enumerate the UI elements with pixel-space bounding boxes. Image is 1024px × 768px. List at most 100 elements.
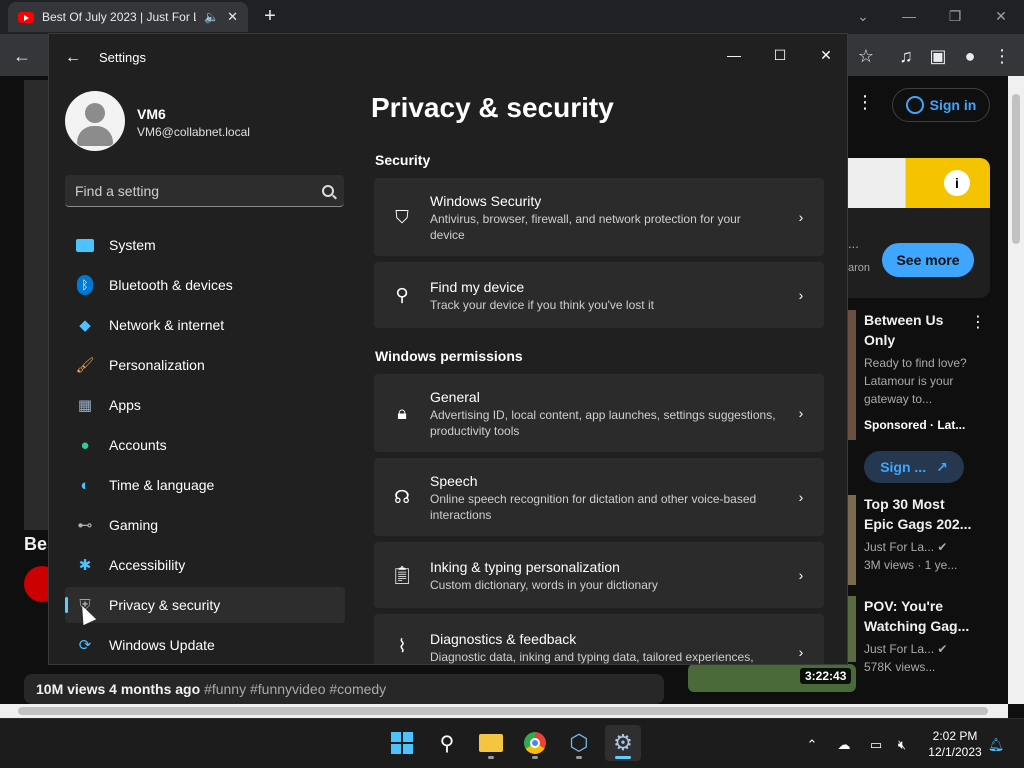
card-title: Windows Security bbox=[430, 192, 542, 209]
diagnostics-icon: ⌇ bbox=[397, 636, 407, 656]
hashtags[interactable]: #funny #funnyvideo #comedy bbox=[204, 681, 386, 697]
sidebar-item-apps[interactable]: ▦ Apps bbox=[65, 387, 345, 423]
rec-thumbnail[interactable] bbox=[848, 310, 856, 440]
horizontal-scrollbar[interactable] bbox=[0, 704, 1008, 718]
see-more-button[interactable]: See more bbox=[882, 243, 974, 277]
upload-age: 4 months ago bbox=[109, 681, 201, 697]
card-title: Inking & typing personalization bbox=[430, 558, 620, 575]
settings-window-title: Settings bbox=[99, 50, 146, 65]
close-button[interactable]: ✕ bbox=[803, 40, 847, 70]
settings-nav: System ᛒ Bluetooth & devices ◆ Network &… bbox=[65, 227, 345, 664]
avatar[interactable] bbox=[65, 91, 125, 151]
card-windows-security[interactable]: ⛉ Windows Security Antivirus, browser, f… bbox=[374, 178, 824, 256]
rec-title[interactable]: Top 30 Most Epic Gags 202... bbox=[864, 494, 974, 534]
search-field[interactable] bbox=[65, 175, 344, 207]
section-heading-security: Security bbox=[375, 152, 431, 168]
card-inking-typing[interactable]: 📋︎ Inking & typing personalization Custo… bbox=[374, 542, 824, 608]
file-explorer-button[interactable] bbox=[473, 725, 509, 761]
shield-outline-icon: ⛉ bbox=[395, 206, 409, 227]
browser-close-button[interactable]: ✕ bbox=[978, 4, 1024, 28]
youtube-icon bbox=[18, 11, 34, 23]
sidebar-item-network[interactable]: ◆ Network & internet bbox=[65, 307, 345, 343]
duration-badge: 3:22:43 bbox=[800, 668, 852, 684]
rec-thumbnail[interactable] bbox=[848, 596, 856, 662]
vertical-scrollbar[interactable] bbox=[1008, 76, 1024, 704]
cloud-offline-icon[interactable]: ☁ bbox=[834, 735, 854, 755]
rec-views: 578K views... bbox=[864, 660, 936, 674]
notification-bell-icon[interactable]: 🔔︎ bbox=[986, 735, 1006, 755]
sidebar-item-label: Accessibility bbox=[109, 557, 186, 573]
sidebar-item-label: Personalization bbox=[109, 357, 205, 373]
sidebar-item-bluetooth[interactable]: ᛒ Bluetooth & devices bbox=[65, 267, 345, 303]
chevron-up-icon[interactable]: ⌃ bbox=[802, 735, 822, 755]
card-general[interactable]: 🔒︎ General Advertising ID, local content… bbox=[374, 374, 824, 452]
volume-muted-icon[interactable]: 🔇︎ bbox=[892, 735, 912, 755]
sidebar-item-privacy-security[interactable]: ⛨ Privacy & security bbox=[65, 587, 345, 623]
search-input[interactable] bbox=[75, 182, 322, 199]
sidebar-item-windows-update[interactable]: ⟳ Windows Update bbox=[65, 627, 345, 663]
rec-description: Ready to find love? Latamour is your gat… bbox=[864, 356, 967, 406]
video-description-box[interactable]: 10M views 4 months ago #funny #funnyvide… bbox=[24, 674, 664, 704]
rec-title[interactable]: Between Us Only bbox=[864, 310, 974, 350]
info-icon[interactable]: i bbox=[944, 170, 970, 196]
chrome-button[interactable] bbox=[517, 725, 553, 761]
rec-channel[interactable]: Just For La... ✔ bbox=[864, 640, 984, 658]
browser-menu-icon[interactable]: ⋮ bbox=[990, 44, 1014, 68]
sidebar-item-label: Privacy & security bbox=[109, 597, 221, 613]
sidebar-item-label: Bluetooth & devices bbox=[109, 277, 233, 293]
clock[interactable]: 2:02 PM 12/1/2023 bbox=[924, 728, 986, 760]
brush-icon: 🖌 bbox=[75, 357, 95, 374]
back-icon[interactable]: ← bbox=[10, 44, 34, 68]
side-panel-icon[interactable]: ▣ bbox=[926, 44, 950, 68]
sidebar-item-time-language[interactable]: ◐ Time & language bbox=[65, 467, 345, 503]
user-email: VM6@collabnet.local bbox=[137, 125, 250, 139]
network-icon[interactable]: ▭ bbox=[866, 735, 886, 755]
media-control-icon[interactable]: ♫ bbox=[894, 44, 918, 68]
search-taskbar-button[interactable]: ⚲ bbox=[429, 725, 465, 761]
speaker-icon[interactable]: 🔈 bbox=[204, 10, 219, 24]
settings-taskbar-button[interactable]: ⚙ bbox=[605, 725, 641, 761]
globe-clock-icon: ◐ bbox=[80, 476, 90, 494]
browser-restore-button[interactable]: ❐ bbox=[932, 4, 978, 28]
chevron-right-icon: › bbox=[798, 287, 804, 303]
bookmark-star-icon[interactable]: ☆ bbox=[854, 44, 878, 68]
ad-text-partial-2: aron bbox=[848, 262, 871, 274]
maximize-button[interactable]: ☐ bbox=[757, 40, 803, 70]
browser-tab[interactable]: Best Of July 2023 | Just For L 🔈 ✕ bbox=[8, 2, 248, 32]
chevron-right-icon: › bbox=[798, 567, 804, 583]
browser-minimize-button[interactable]: — bbox=[886, 4, 932, 28]
youtube-sign-in-button[interactable]: Sign in bbox=[892, 88, 990, 122]
rec-channel[interactable]: Just For La... ✔ bbox=[864, 538, 984, 556]
sidebar-item-gaming[interactable]: ⊷ Gaming bbox=[65, 507, 345, 543]
sidebar-item-label: System bbox=[109, 237, 156, 253]
card-title: General bbox=[430, 388, 480, 405]
card-speech[interactable]: ☊ Speech Online speech recognition for d… bbox=[374, 458, 824, 536]
sidebar-item-accessibility[interactable]: ✱ Accessibility bbox=[65, 547, 345, 583]
sidebar-item-personalization[interactable]: 🖌 Personalization bbox=[65, 347, 345, 383]
card-description: Track your device if you think you've lo… bbox=[430, 297, 654, 312]
chevron-right-icon: › bbox=[798, 405, 804, 421]
rec-thumbnail[interactable] bbox=[848, 495, 856, 585]
sidebar-item-system[interactable]: System bbox=[65, 227, 345, 263]
virtualbox-button[interactable]: ⬡ bbox=[561, 725, 597, 761]
start-button[interactable] bbox=[384, 725, 420, 761]
more-options-icon[interactable]: ⋮ bbox=[856, 92, 874, 113]
new-tab-button[interactable]: + bbox=[258, 4, 282, 28]
card-description: Online speech recognition for dictation … bbox=[430, 491, 757, 522]
card-title: Speech bbox=[430, 472, 478, 489]
rec-more-icon[interactable]: ⋮ bbox=[970, 312, 986, 332]
tab-title: Best Of July 2023 | Just For L bbox=[42, 10, 197, 24]
profile-icon[interactable]: ● bbox=[958, 44, 982, 68]
windows-logo-icon bbox=[391, 732, 413, 754]
tab-search-icon[interactable]: ⌄ bbox=[840, 4, 886, 28]
card-find-my-device[interactable]: ⚲ Find my device Track your device if yo… bbox=[374, 262, 824, 328]
card-description: Antivirus, browser, firewall, and networ… bbox=[430, 211, 741, 242]
minimize-button[interactable]: — bbox=[711, 40, 757, 70]
settings-back-icon[interactable]: ← bbox=[63, 48, 83, 68]
rec-title[interactable]: POV: You're Watching Gag... bbox=[864, 596, 974, 636]
ad-sign-in-button[interactable]: Sign ... ↗ bbox=[864, 451, 964, 483]
card-diagnostics[interactable]: ⌇ Diagnostics & feedback Diagnostic data… bbox=[374, 614, 824, 664]
sidebar-item-accounts[interactable]: ● Accounts bbox=[65, 427, 345, 463]
settings-window: ← Settings — ☐ ✕ VM6 VM6@collabnet.local… bbox=[48, 33, 848, 665]
tab-close-icon[interactable]: ✕ bbox=[227, 9, 238, 25]
